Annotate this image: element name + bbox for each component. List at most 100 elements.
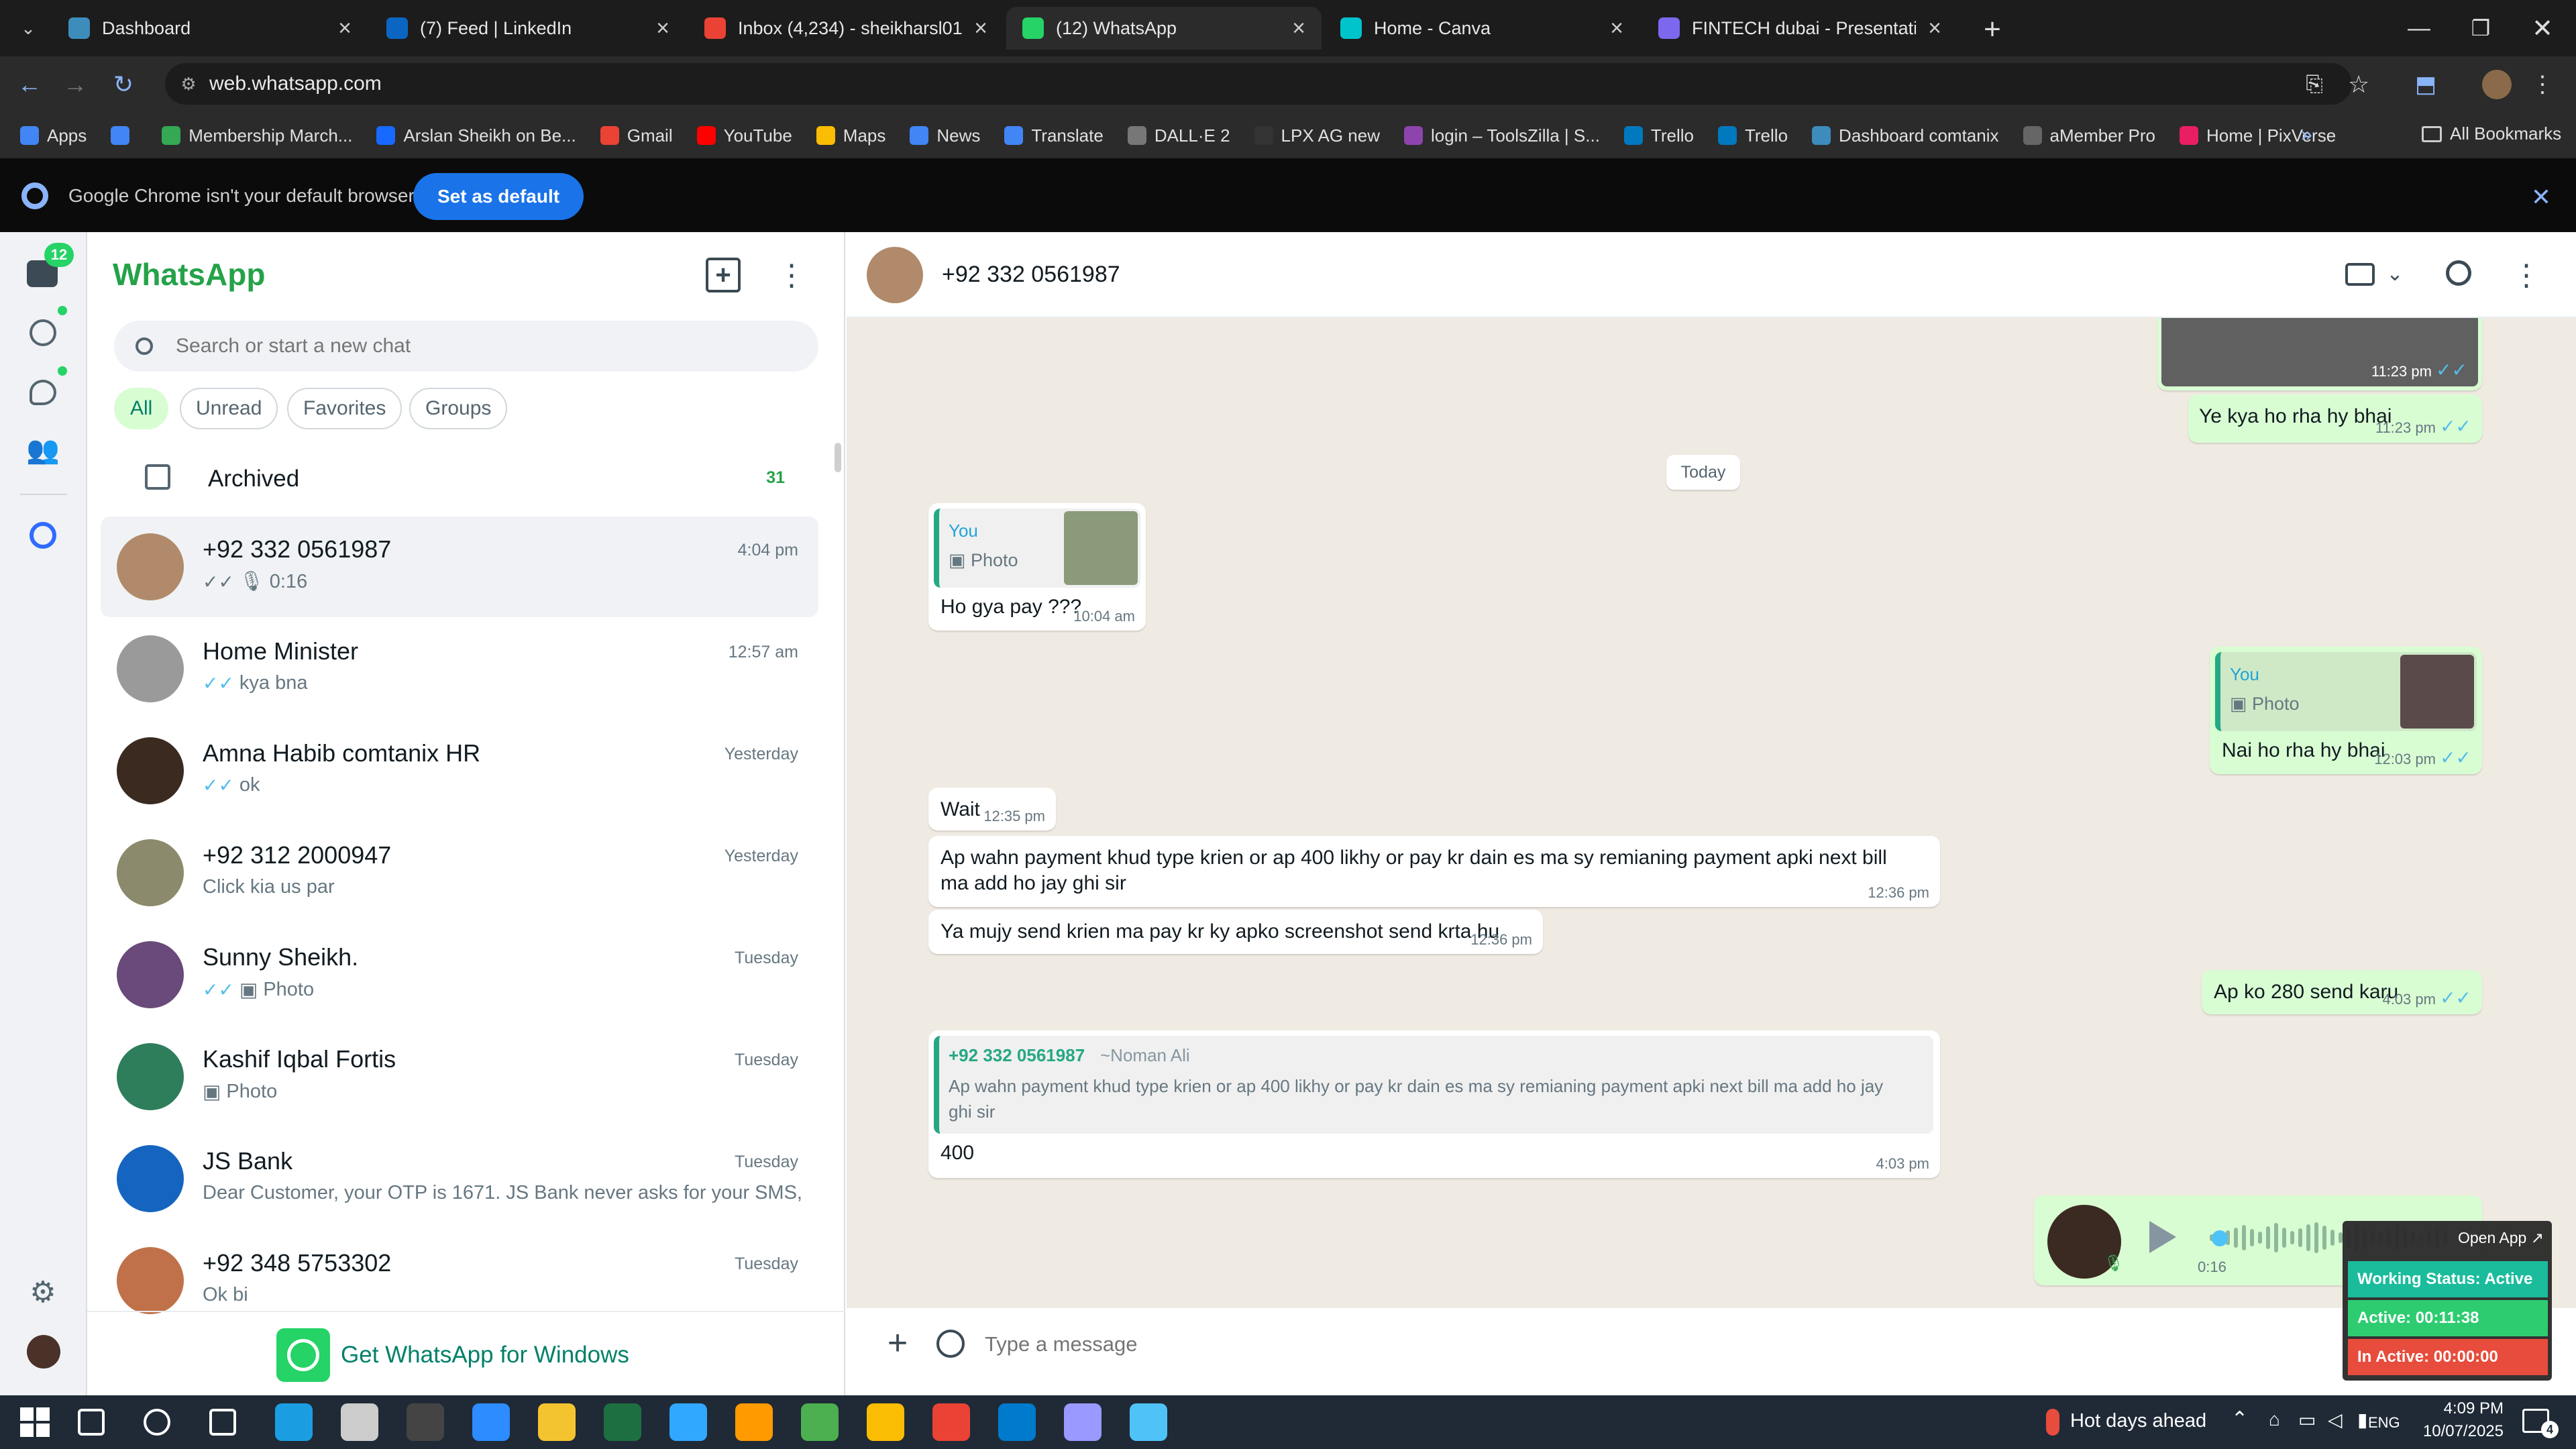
bookmark-item[interactable]: Trello [1717, 125, 1788, 146]
chat-row[interactable]: +92 332 0561987 4:04 pm ✓✓ 🎙 0:16 [101, 517, 818, 617]
bookmark-item[interactable]: Apps [20, 125, 87, 146]
bookmark-star-icon[interactable]: ☆ [2343, 68, 2375, 101]
bookmark-item[interactable]: aMember Pro [2023, 125, 2155, 146]
browser-tab[interactable]: (12) WhatsApp × [1006, 7, 1322, 50]
tab-close-icon[interactable]: × [338, 15, 352, 42]
chat-row[interactable]: Kashif Iqbal Fortis Tuesday ▣ Photo [101, 1026, 818, 1127]
tab-close-icon[interactable]: × [1928, 15, 1941, 42]
message-out[interactable]: Ap ko 280 send karu 4:03 pm ✓✓ [2202, 970, 2482, 1014]
chrome-menu-icon[interactable]: ⋮ [2529, 68, 2556, 101]
channels-icon[interactable] [30, 380, 56, 405]
reply-quote[interactable]: +92 332 0561987 ~Noman Ali Ap wahn payme… [934, 1036, 1933, 1134]
restore-button[interactable]: ❐ [2461, 9, 2501, 47]
bookmark-item[interactable]: Trello [1623, 125, 1694, 146]
excel-icon[interactable] [604, 1403, 641, 1441]
bookmarks-overflow-icon[interactable]: » [2301, 123, 2312, 146]
browser-tab[interactable]: FINTECH dubai - Presentation × [1642, 7, 1957, 50]
forward-icon[interactable]: → [59, 68, 91, 101]
chrome-icon[interactable] [867, 1403, 904, 1441]
filter-groups[interactable]: Groups [409, 388, 508, 429]
search-box[interactable] [114, 321, 818, 372]
chat-menu-icon[interactable]: ⋮ [2512, 258, 2541, 292]
settings-icon[interactable]: ⚙ [25, 1275, 60, 1309]
tab-close-icon[interactable]: × [656, 15, 669, 42]
bookmark-item[interactable]: Dashboard comtanix [1812, 125, 1999, 146]
chat-row[interactable]: +92 348 5753302 Tuesday Ok bi [101, 1230, 818, 1331]
video-call-icon[interactable] [2345, 263, 2375, 286]
message-in[interactable]: Ap wahn payment khud type krien or ap 40… [928, 836, 1940, 907]
message-in[interactable]: +92 332 0561987 ~Noman Ali Ap wahn payme… [928, 1030, 1940, 1178]
clock-time[interactable]: 4:09 PM [2423, 1399, 2504, 1418]
install-app-icon[interactable]: ⎘ [2298, 68, 2330, 101]
reload-icon[interactable]: ↻ [107, 68, 140, 101]
app-icon[interactable] [1130, 1403, 1167, 1441]
bookmark-item[interactable]: Maps [816, 125, 885, 146]
extensions-icon[interactable]: ⬒ [2410, 68, 2442, 101]
battery-icon[interactable]: ▮ [2357, 1409, 2367, 1431]
windows-start-icon[interactable] [20, 1407, 50, 1437]
lang-indicator[interactable]: ENG [2368, 1414, 2400, 1432]
bookmark-item[interactable] [111, 126, 138, 145]
tab-close-icon[interactable]: × [1292, 15, 1305, 42]
set-default-button[interactable]: Set as default [413, 173, 584, 220]
new-tab-button[interactable]: + [1974, 11, 2011, 48]
play-icon[interactable] [2149, 1221, 2176, 1253]
message-out[interactable]: Ye kya ho rha hy bhai 11:23 pm ✓✓ [2188, 394, 2482, 443]
message-out[interactable]: You ▣ Photo Nai ho rha hy bhai 12:03 pm … [2210, 647, 2482, 774]
address-bar[interactable]: web.whatsapp.com [165, 63, 2352, 105]
close-window-button[interactable]: ✕ [2522, 9, 2563, 47]
task-view-icon[interactable] [209, 1409, 236, 1436]
cortana-icon[interactable] [144, 1409, 170, 1436]
weather-text[interactable]: Hot days ahead [2070, 1410, 2206, 1432]
infobar-close-icon[interactable]: ✕ [2525, 181, 2557, 213]
message-in[interactable]: Ya mujy send krien ma pay kr ky apko scr… [928, 910, 1543, 954]
bookmark-item[interactable]: login – ToolsZilla | S... [1403, 125, 1600, 146]
chat-row[interactable]: +92 312 2000947 Yesterday Click kia us par [101, 822, 818, 923]
attach-plus-icon[interactable]: + [880, 1324, 915, 1362]
voice-scrubber[interactable] [2212, 1230, 2229, 1246]
tab-close-icon[interactable]: × [1610, 15, 1623, 42]
site-info-icon[interactable]: ⚙ [177, 72, 200, 95]
profile-avatar[interactable] [27, 1335, 60, 1368]
minimize-button[interactable]: — [2399, 9, 2439, 47]
reply-quote[interactable]: You ▣ Photo [2215, 652, 2477, 731]
filter-all[interactable]: All [114, 388, 169, 429]
profile-avatar[interactable] [2482, 70, 2512, 99]
contact-name[interactable]: +92 332 0561987 [942, 262, 1120, 288]
search-icon[interactable] [78, 1409, 105, 1436]
photoshop-icon[interactable] [669, 1403, 707, 1441]
zoom-icon[interactable] [472, 1403, 510, 1441]
bookmark-item[interactable]: Home | PixVerse [2180, 125, 2336, 146]
green-app-icon[interactable] [801, 1403, 839, 1441]
bookmark-item[interactable]: Translate [1004, 125, 1104, 146]
browser-tab[interactable]: Dashboard × [52, 7, 368, 50]
archived-row[interactable]: Archived 31 [101, 449, 818, 506]
filter-unread[interactable]: Unread [180, 388, 278, 429]
message-in[interactable]: Wait 12:35 pm [928, 788, 1056, 830]
bookmark-item[interactable]: News [910, 125, 980, 146]
search-messages-icon[interactable] [2446, 260, 2471, 286]
tray-chevron-icon[interactable]: ⌃ [2231, 1407, 2248, 1431]
message-input[interactable] [985, 1323, 2300, 1366]
chat-row[interactable]: JS Bank Tuesday Dear Customer, your OTP is… [101, 1128, 818, 1229]
sticker-icon[interactable] [936, 1330, 965, 1358]
menu-icon[interactable]: ⋮ [777, 258, 806, 292]
all-bookmarks[interactable]: All Bookmarks [2422, 123, 2561, 144]
browser-tab[interactable]: (7) Feed | LinkedIn × [370, 7, 686, 50]
browser-tab[interactable]: Inbox (4,234) - sheikharsl01@g × [688, 7, 1004, 50]
tab-search-icon[interactable]: ⌄ [15, 15, 42, 42]
new-chat-icon[interactable]: + [706, 258, 741, 292]
illustrator-icon[interactable] [735, 1403, 773, 1441]
chat-row[interactable]: Sunny Sheikh. Tuesday ✓✓ ▣ Photo [101, 924, 818, 1025]
browser-tab[interactable]: Home - Canva × [1324, 7, 1640, 50]
contact-avatar[interactable] [867, 247, 923, 303]
meta-ai-icon[interactable] [30, 522, 56, 549]
filter-favorites[interactable]: Favorites [287, 388, 402, 429]
file-explorer-icon[interactable] [538, 1403, 576, 1441]
bookmark-item[interactable]: Gmail [600, 125, 673, 146]
chrome-active-icon[interactable] [932, 1403, 970, 1441]
chat-list-scrollbar[interactable] [835, 443, 841, 472]
search-input[interactable] [176, 335, 780, 358]
premiere-icon[interactable] [1064, 1403, 1102, 1441]
clock-date[interactable]: 10/07/2025 [2410, 1422, 2504, 1441]
